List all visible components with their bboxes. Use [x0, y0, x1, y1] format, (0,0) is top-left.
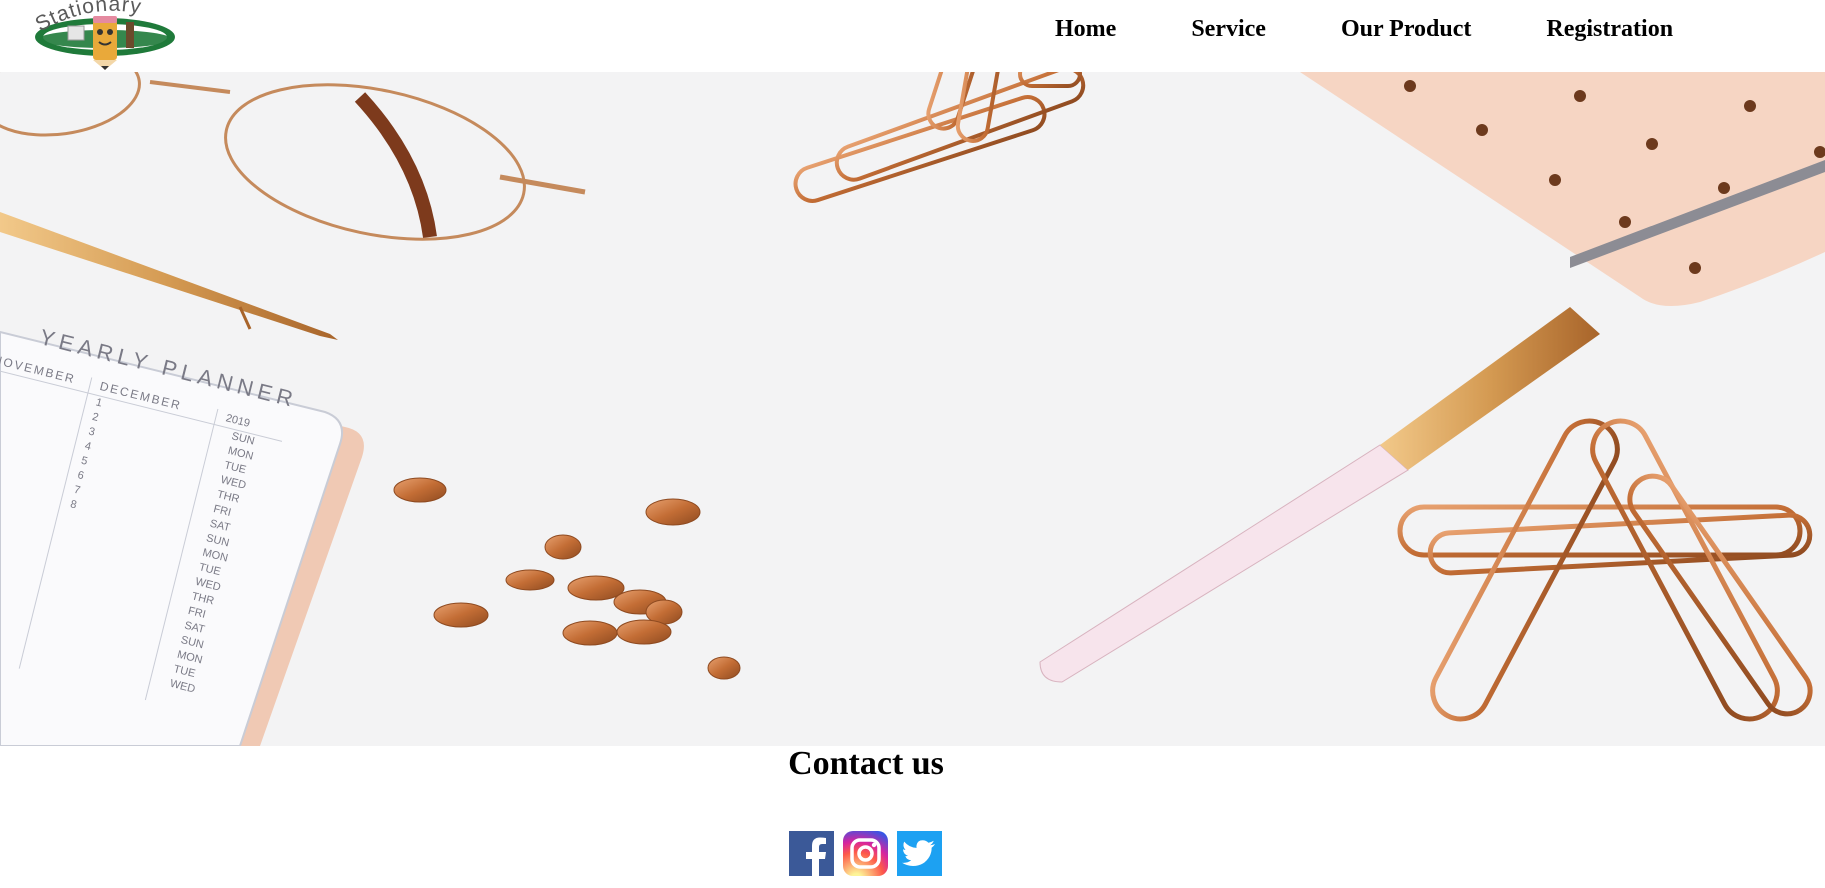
instagram-icon — [843, 831, 888, 876]
twitter-link[interactable] — [897, 831, 942, 876]
facebook-link[interactable] — [789, 831, 834, 876]
main-nav: Home Service Our Product Registration — [1055, 0, 1673, 58]
stationery-desk-illustration: YEARLY PLANNER NOVEMBER DECEMBER 2019 SU… — [0, 72, 1825, 746]
social-links — [789, 831, 942, 876]
nav-our-product-link[interactable]: Our Product — [1341, 16, 1471, 43]
site-logo[interactable]: Stationary — [30, 0, 180, 72]
nav-service-link[interactable]: Service — [1191, 16, 1266, 43]
nav-home-link[interactable]: Home — [1055, 16, 1116, 43]
contact-heading: Contact us — [788, 745, 944, 782]
site-header: Stationary Home Service Our Product Regi… — [0, 0, 1825, 72]
nav-registration-link[interactable]: Registration — [1546, 16, 1673, 43]
logo-text: Stationary — [32, 0, 143, 36]
facebook-icon — [789, 831, 834, 876]
hero-image: YEARLY PLANNER NOVEMBER DECEMBER 2019 SU… — [0, 72, 1825, 746]
twitter-icon — [897, 831, 942, 876]
svg-text:Stationary: Stationary — [32, 0, 144, 36]
instagram-link[interactable] — [843, 831, 888, 876]
